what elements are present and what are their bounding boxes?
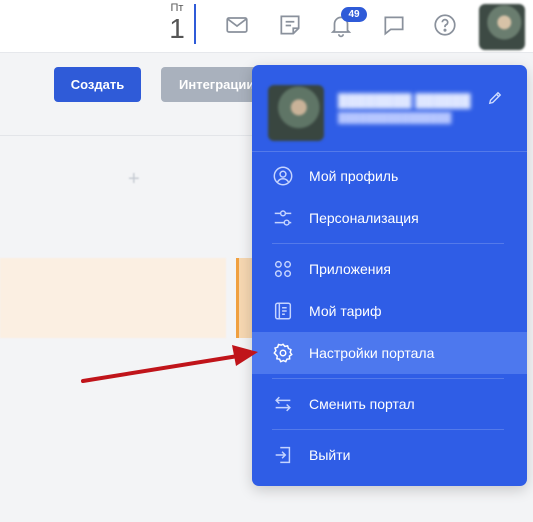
menu-avatar[interactable] — [268, 85, 324, 141]
menu-user-email-blurred: ████████████████ — [338, 113, 452, 124]
menu-item-label: Мой профиль — [309, 168, 399, 184]
date-divider — [194, 4, 196, 44]
profile-icon — [272, 165, 294, 187]
menu-item-personalization[interactable]: Персонализация — [252, 197, 527, 239]
menu-user-name-blurred: ████████ ██████ — [338, 93, 471, 108]
menu-item-label: Персонализация — [309, 210, 419, 226]
user-avatar[interactable] — [479, 4, 525, 50]
menu-item-label: Приложения — [309, 261, 391, 277]
menu-divider — [272, 243, 504, 244]
menu-item-apps[interactable]: Приложения — [252, 248, 527, 290]
menu-item-label: Мой тариф — [309, 303, 382, 319]
add-tab-icon[interactable]: + — [128, 168, 140, 191]
menu-item-label: Выйти — [309, 447, 351, 463]
swap-icon — [272, 393, 294, 415]
menu-item-label: Настройки портала — [309, 345, 435, 361]
sliders-icon — [272, 207, 294, 229]
tariff-icon — [272, 300, 294, 322]
day-number: 1 — [169, 13, 185, 44]
mail-icon[interactable] — [224, 12, 250, 38]
notifications-badge: 49 — [341, 7, 367, 22]
menu-item-logout[interactable]: Выйти — [252, 434, 527, 476]
gear-icon — [272, 342, 294, 364]
help-icon[interactable] — [432, 12, 458, 38]
toolbar-divider — [0, 135, 270, 136]
menu-divider — [272, 429, 504, 430]
user-dropdown-menu: ████████ ██████ ████████████████ Мой про… — [252, 65, 527, 486]
menu-item-my-tariff[interactable]: Мой тариф — [252, 290, 527, 332]
top-bar: Пт 1 49 — [0, 0, 533, 53]
menu-divider — [272, 378, 504, 379]
menu-item-my-profile[interactable]: Мой профиль — [252, 155, 527, 197]
notes-icon[interactable] — [277, 12, 303, 38]
create-button[interactable]: Создать — [54, 67, 141, 102]
blurred-card — [0, 258, 226, 338]
logout-icon — [272, 444, 294, 466]
integrations-button[interactable]: Интеграции — [161, 67, 261, 102]
menu-item-label: Сменить портал — [309, 396, 415, 412]
calendar-date[interactable]: Пт 1 — [166, 2, 188, 44]
apps-icon — [272, 258, 294, 280]
menu-item-portal-settings[interactable]: Настройки портала — [252, 332, 527, 374]
blurred-filter-tab — [0, 170, 110, 190]
menu-item-switch-portal[interactable]: Сменить портал — [252, 383, 527, 425]
pencil-icon[interactable] — [486, 89, 504, 107]
menu-divider — [252, 151, 527, 152]
chat-icon[interactable] — [381, 12, 407, 38]
